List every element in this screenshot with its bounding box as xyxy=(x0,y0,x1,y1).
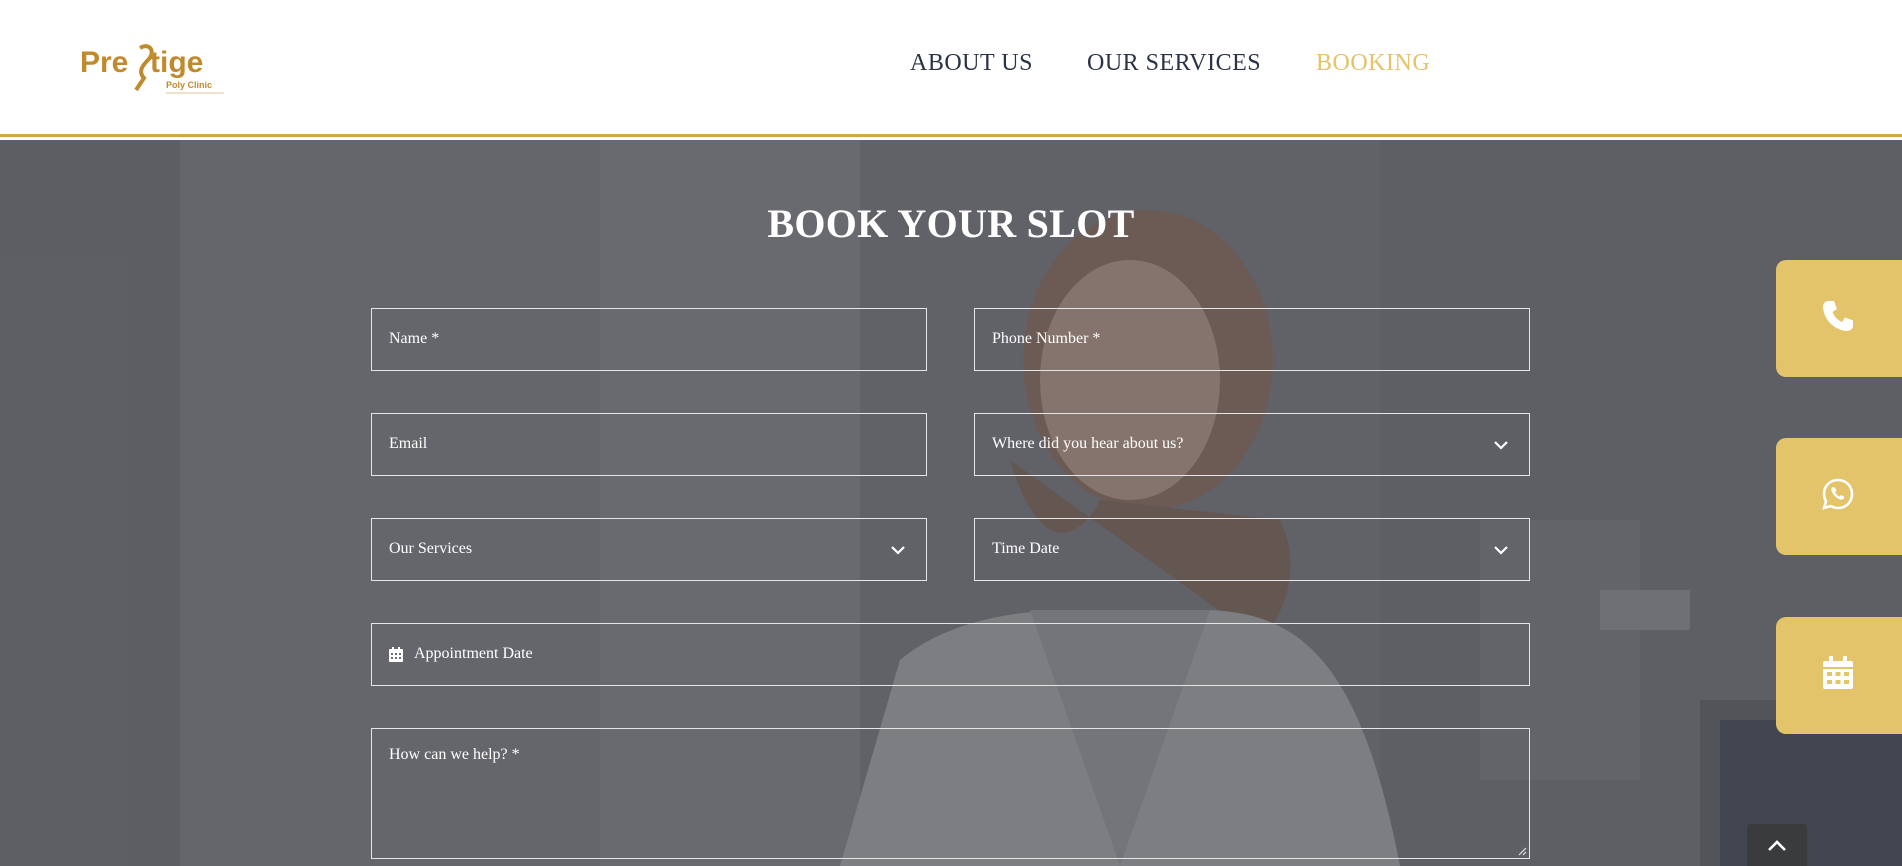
appointment-date-placeholder: Appointment Date xyxy=(414,645,533,662)
resize-grip-icon[interactable] xyxy=(1517,846,1527,856)
booking-section: BOOK YOUR SLOT Name * Phone Number * Ema… xyxy=(0,140,1902,866)
calendar-icon xyxy=(1823,656,1853,689)
main-nav: ABOUT US OUR SERVICES BOOKING xyxy=(0,50,1902,82)
book-appointment-button[interactable] xyxy=(1776,617,1902,734)
email-field[interactable]: Email xyxy=(371,413,927,476)
appointment-date-field[interactable]: Appointment Date xyxy=(371,623,1530,686)
nav-about-us[interactable]: ABOUT US xyxy=(910,50,1033,77)
whatsapp-icon xyxy=(1822,478,1854,510)
time-date-placeholder: Time Date xyxy=(992,540,1060,557)
scroll-to-top-button[interactable] xyxy=(1747,824,1807,866)
referral-source-select[interactable]: Where did you hear about us? xyxy=(974,413,1530,476)
phone-icon xyxy=(1823,301,1853,331)
chevron-up-icon xyxy=(1768,840,1786,851)
nav-booking[interactable]: BOOKING xyxy=(1316,50,1430,77)
help-message-textarea[interactable]: How can we help? * xyxy=(371,728,1530,859)
phone-placeholder: Phone Number * xyxy=(992,330,1101,347)
phone-field[interactable]: Phone Number * xyxy=(974,308,1530,371)
calendar-icon xyxy=(389,647,403,662)
chevron-down-icon xyxy=(1494,546,1508,555)
services-select[interactable]: Our Services xyxy=(371,518,927,581)
name-field[interactable]: Name * xyxy=(371,308,927,371)
email-placeholder: Email xyxy=(389,435,428,452)
call-button[interactable] xyxy=(1776,260,1902,377)
form-title: BOOK YOUR SLOT xyxy=(767,201,1135,246)
site-header: Pre tige Poly Clinic ABOUT US OUR SERVIC… xyxy=(0,0,1902,137)
name-placeholder: Name * xyxy=(389,330,440,347)
time-date-select[interactable]: Time Date xyxy=(974,518,1530,581)
referral-source-placeholder: Where did you hear about us? xyxy=(992,435,1184,452)
nav-our-services[interactable]: OUR SERVICES xyxy=(1087,50,1261,77)
chevron-down-icon xyxy=(1494,441,1508,450)
chevron-down-icon xyxy=(891,546,905,555)
help-message-placeholder: How can we help? * xyxy=(389,746,520,763)
whatsapp-button[interactable] xyxy=(1776,438,1902,555)
services-placeholder: Our Services xyxy=(389,540,473,557)
